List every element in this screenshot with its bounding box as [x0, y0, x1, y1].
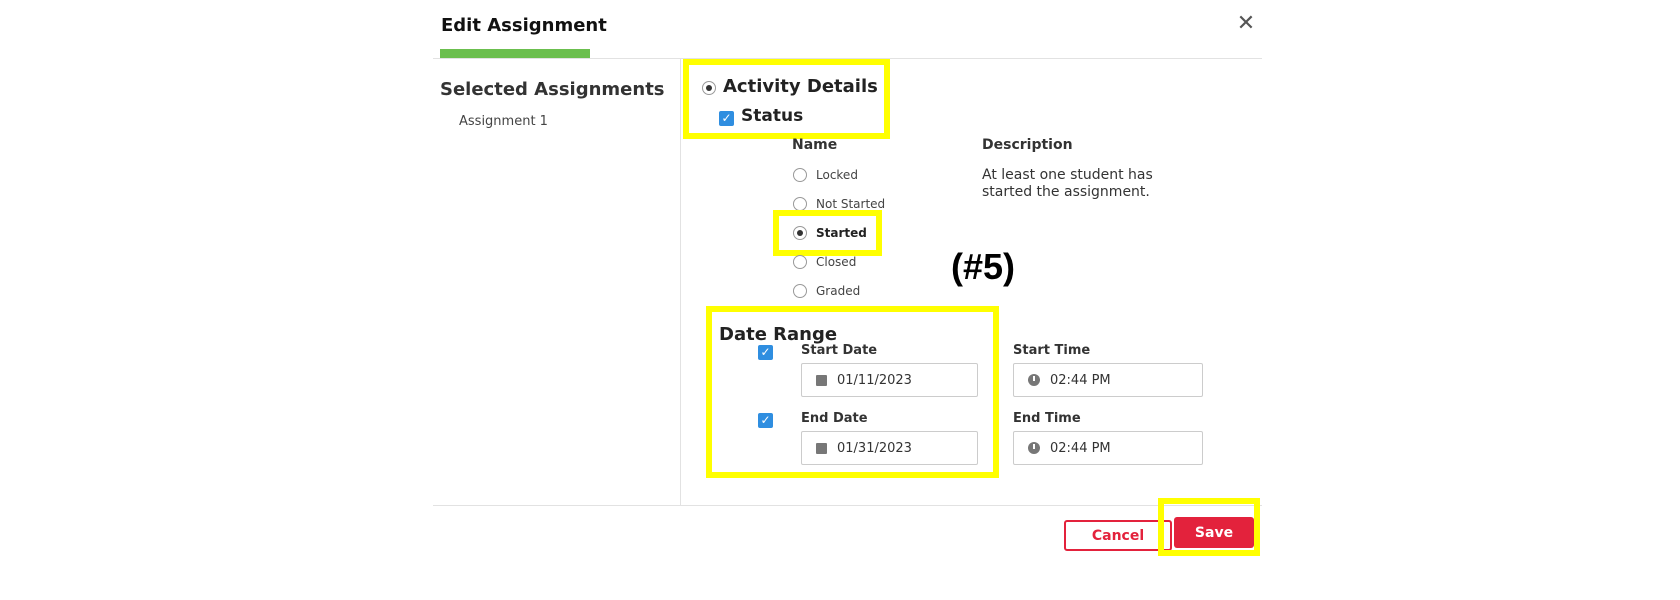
status-option-started[interactable]: Started	[816, 226, 867, 240]
name-column-header: Name	[792, 137, 838, 153]
save-button[interactable]: Save	[1174, 517, 1254, 548]
close-icon[interactable]: ✕	[1234, 10, 1258, 38]
step-callout: (#5)	[951, 246, 1016, 287]
column-divider	[680, 59, 681, 505]
edit-assignment-dialog: Edit Assignment ✕ Selected Assignments A…	[0, 0, 1680, 600]
status-option-closed-radio[interactable]	[793, 255, 807, 269]
clock-icon	[1028, 374, 1040, 386]
status-description: At least one student has started the ass…	[982, 167, 1153, 200]
status-option-locked[interactable]: Locked	[816, 168, 858, 182]
sidebar-item-assignment-1[interactable]: Assignment 1	[459, 114, 548, 129]
status-option-closed[interactable]: Closed	[816, 255, 856, 269]
cancel-button[interactable]: Cancel	[1064, 520, 1172, 551]
end-time-label: End Time	[1013, 411, 1081, 426]
status-option-started-radio[interactable]	[793, 226, 807, 240]
start-time-value: 02:44 PM	[1050, 372, 1111, 388]
footer-divider	[433, 505, 1262, 506]
start-date-value: 01/11/2023	[837, 372, 912, 388]
clock-icon	[1028, 442, 1040, 454]
dialog-title: Edit Assignment	[441, 15, 607, 36]
date-range-title: Date Range	[719, 324, 838, 345]
start-date-checkbox[interactable]: ✓	[758, 345, 773, 360]
activity-details-label: Activity Details	[723, 76, 878, 97]
highlight-activity-details	[683, 59, 890, 139]
end-time-value: 02:44 PM	[1050, 440, 1111, 456]
start-date-label: Start Date	[801, 343, 878, 358]
calendar-icon	[816, 374, 827, 386]
calendar-icon	[816, 442, 827, 454]
selected-assignments-heading: Selected Assignments	[440, 79, 665, 100]
end-date-input[interactable]: 01/31/2023	[801, 431, 978, 465]
status-checkbox[interactable]: ✓	[719, 111, 734, 126]
description-column-header: Description	[982, 137, 1073, 153]
end-time-input[interactable]: 02:44 PM	[1013, 431, 1203, 465]
status-option-not-started-radio[interactable]	[793, 197, 807, 211]
start-time-label: Start Time	[1013, 343, 1091, 358]
activity-details-radio[interactable]	[702, 81, 716, 95]
start-time-input[interactable]: 02:44 PM	[1013, 363, 1203, 397]
status-option-graded[interactable]: Graded	[816, 284, 860, 298]
end-date-value: 01/31/2023	[837, 440, 912, 456]
status-option-graded-radio[interactable]	[793, 284, 807, 298]
progress-indicator	[440, 49, 590, 58]
status-option-locked-radio[interactable]	[793, 168, 807, 182]
end-date-checkbox[interactable]: ✓	[758, 413, 773, 428]
status-option-not-started[interactable]: Not Started	[816, 197, 885, 211]
status-label: Status	[741, 106, 804, 126]
start-date-input[interactable]: 01/11/2023	[801, 363, 978, 397]
end-date-label: End Date	[801, 411, 868, 426]
